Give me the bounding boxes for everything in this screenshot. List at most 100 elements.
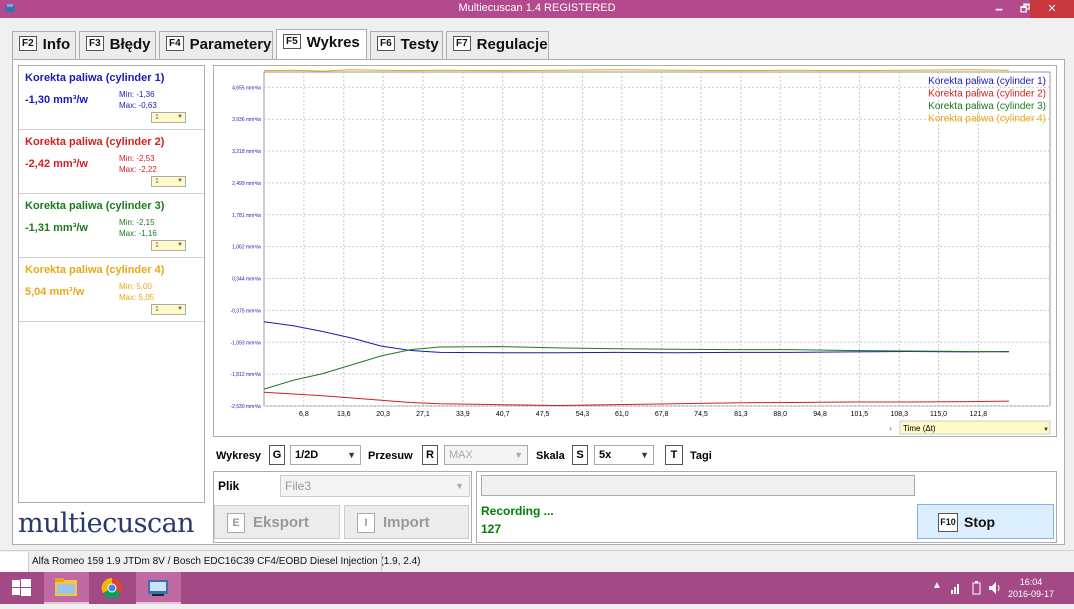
tab-key: F3 [86, 36, 104, 51]
sensor-max: Max: -2,22 [119, 165, 157, 174]
network-icon[interactable] [950, 581, 964, 595]
file-label: Plik [218, 479, 240, 493]
x-tick-label: 33,9 [456, 411, 470, 418]
sensor-dropdown-value: 1 [155, 306, 159, 313]
line-chart: 6,8 13,6 20,3 27,1 33,9 40,7 47,5 54,3 61,0 67,8 7… [230, 69, 1051, 435]
series-line [263, 69, 1009, 72]
skala-select[interactable]: 5x ▼ [594, 445, 654, 465]
tab-info[interactable]: F2 Info [12, 31, 76, 59]
wykresy-label: Wykresy [216, 450, 262, 462]
tab-key: F5 [283, 34, 301, 49]
wykresy-key[interactable]: G [269, 445, 285, 465]
skala-key[interactable]: S [572, 445, 588, 465]
window-title: Multiecuscan 1.4 REGISTERED [458, 2, 616, 14]
clock-time: 16:04 [1019, 577, 1043, 587]
x-tick-label: 20,3 [376, 411, 390, 418]
stop-key: F10 [938, 513, 958, 532]
x-tick-label: 121,8 [970, 411, 988, 418]
sensor-item: Korekta paliwa (cylinder 4) 5,04 mm³/w M… [19, 258, 204, 322]
x-tick-label: 108,3 [890, 411, 908, 418]
stop-button[interactable]: F10 Stop [917, 504, 1054, 539]
import-label: Import [383, 514, 430, 531]
x-tick-label: 47,5 [536, 411, 550, 418]
y-tick-label: 2,499 mm³/w [232, 181, 261, 187]
tab-key: F6 [377, 36, 395, 51]
x-tick-label: 6,8 [299, 411, 309, 418]
sensor-name: Korekta paliwa (cylinder 1) [25, 72, 165, 84]
export-label: Eksport [253, 514, 309, 531]
x-tick-label: 115,0 [930, 411, 947, 418]
y-tick-label: 3,936 mm³/w [232, 117, 261, 123]
sensor-min: Min: -2,15 [119, 218, 155, 227]
tab-bledy[interactable]: F3 Błędy [79, 31, 156, 59]
sensor-dropdown-value: 1 [155, 178, 159, 185]
file-panel: Plik File3 ▼ E Eksport I Import [213, 471, 472, 543]
sensor-item: Korekta paliwa (cylinder 2) -2,42 mm³/w … [19, 130, 204, 194]
tagi-key[interactable]: T [665, 445, 683, 465]
clock[interactable]: 16:04 2016-09-17 [1008, 576, 1054, 600]
chevron-down-icon: ▼ [455, 481, 464, 491]
chrome-icon [101, 577, 122, 599]
x-axis-label: Time (Δt) [903, 424, 936, 433]
wykresy-select[interactable]: 1/2D ▼ [290, 445, 361, 465]
tagi-label: Tagi [690, 450, 712, 462]
przesuw-select[interactable]: MAX ▼ [444, 445, 528, 465]
przesuw-key[interactable]: R [422, 445, 438, 465]
battery-icon[interactable] [972, 581, 982, 595]
sensor-dropdown-value: 1 [155, 242, 159, 249]
file-select[interactable]: File3 ▼ [280, 475, 470, 497]
export-button[interactable]: E Eksport [214, 505, 340, 539]
sensor-dropdown[interactable]: 1 ▼ [151, 304, 186, 315]
sensor-value: 5,04 mm³/w [25, 286, 85, 298]
taskbar-multiecuscan[interactable] [136, 572, 181, 604]
x-tick-label: 61,0 [615, 411, 629, 418]
tab-parametery[interactable]: F4 Parametery [159, 31, 273, 59]
y-tick-label: 1,781 mm³/w [232, 213, 261, 219]
tab-testy[interactable]: F6 Testy [370, 31, 443, 59]
sensor-list: Korekta paliwa (cylinder 1) -1,30 mm³/w … [18, 65, 205, 503]
tray-up-icon[interactable]: ▲ [932, 580, 942, 591]
przesuw-label: Przesuw [368, 450, 413, 462]
sensor-name: Korekta paliwa (cylinder 3) [25, 200, 165, 212]
file-value: File3 [285, 479, 312, 493]
speaker-icon[interactable] [988, 581, 1002, 595]
close-button[interactable]: ✕ [1030, 0, 1074, 18]
tab-wykres[interactable]: F5 Wykres [276, 29, 367, 60]
sensor-item: Korekta paliwa (cylinder 3) -1,31 mm³/w … [19, 194, 204, 258]
tab-label: Wykres [306, 34, 360, 51]
taskbar-explorer[interactable] [44, 572, 89, 604]
sensor-name: Korekta paliwa (cylinder 4) [25, 264, 165, 276]
chevron-down-icon: ▼ [177, 114, 183, 120]
sensor-item: Korekta paliwa (cylinder 1) -1,30 mm³/w … [19, 66, 204, 130]
chart-toolbar: Wykresy G 1/2D ▼ Przesuw R MAX ▼ Skala S 5… [213, 443, 1057, 469]
x-tick-label: 40,7 [496, 411, 510, 418]
y-tick-label: -1,812 mm³/w [230, 372, 261, 378]
export-key: E [227, 513, 245, 533]
brand-logo: multiecuscan [18, 508, 195, 539]
import-button[interactable]: I Import [344, 505, 469, 539]
x-tick-label: 27,1 [416, 411, 430, 418]
sensor-dropdown[interactable]: 1 ▼ [151, 112, 186, 123]
taskbar-chrome[interactable] [90, 572, 135, 604]
wykresy-value: 1/2D [295, 449, 319, 461]
status-divider [381, 553, 382, 571]
tab-label: Błędy [109, 36, 151, 53]
y-tick-label: -0,375 mm³/w [230, 308, 261, 314]
tab-regulacje[interactable]: F7 Regulacje [446, 31, 549, 59]
start-button[interactable] [0, 572, 45, 604]
status-input[interactable] [481, 475, 915, 496]
taskbar: ▲ 16:04 2016-09-17 [0, 572, 1074, 604]
sensor-dropdown[interactable]: 1 ▼ [151, 176, 186, 187]
windows-icon [12, 579, 31, 596]
sensor-dropdown-value: 1 [155, 114, 159, 121]
sensor-dropdown[interactable]: 1 ▼ [151, 240, 186, 251]
tab-key: F7 [453, 36, 471, 51]
chevron-down-icon: ▼ [177, 306, 183, 312]
x-tick-label: 13,6 [337, 411, 351, 418]
sensor-value: -2,42 mm³/w [25, 158, 88, 170]
sensor-value: -1,30 mm³/w [25, 94, 88, 106]
title-bar: Multiecuscan 1.4 REGISTERED 🗕 🗗 ✕ [0, 0, 1074, 18]
minimize-button[interactable]: 🗕 [986, 0, 1012, 18]
status-bar: Alfa Romeo 159 1.9 JTDm 8V / Bosch EDC16… [0, 550, 1074, 572]
x-tick-label: 74,5 [694, 411, 708, 418]
